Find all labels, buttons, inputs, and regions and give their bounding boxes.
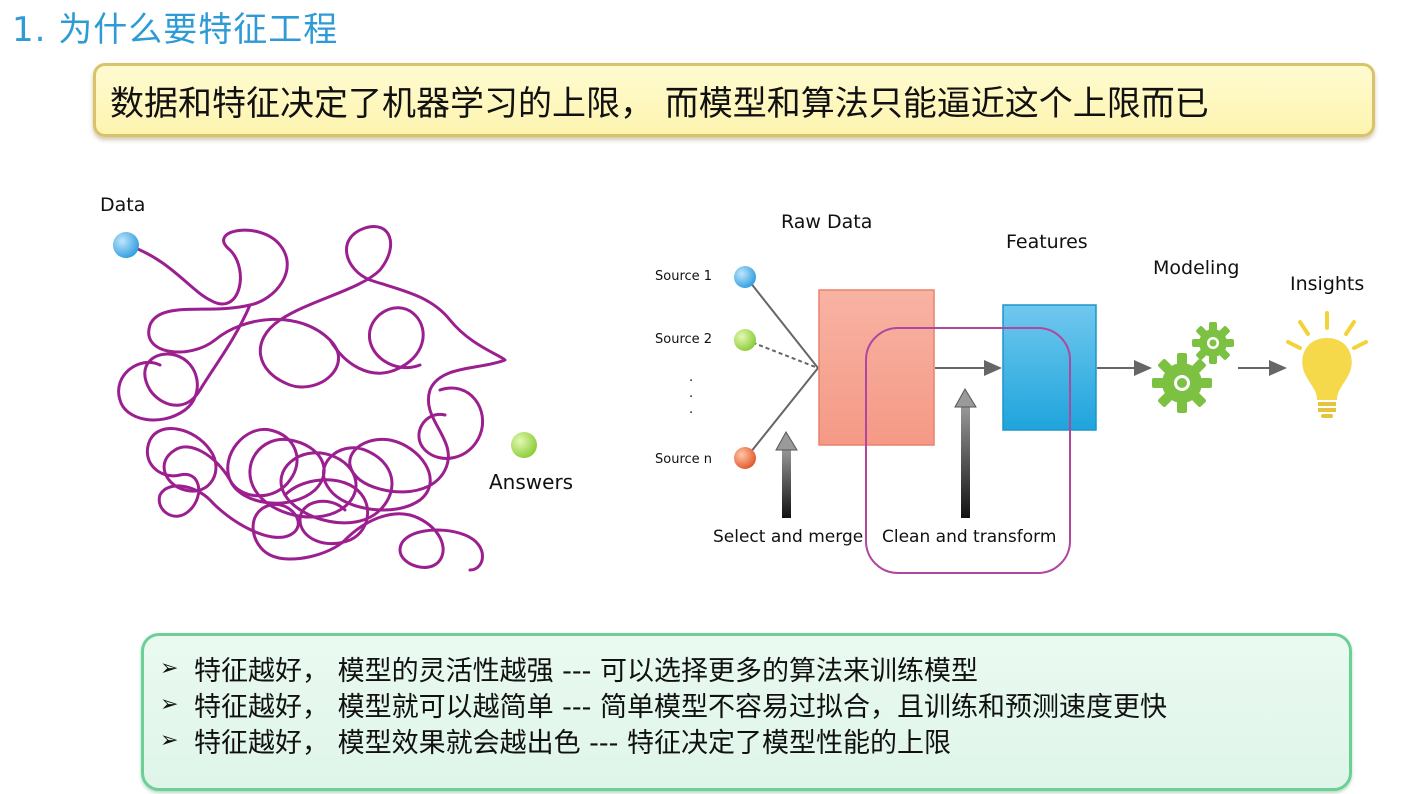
- bullet-item: ➢ 特征越好， 模型就可以越简单 --- 简单模型不容易过拟合，且训练和预测速度…: [160, 686, 1349, 723]
- source-2-label: Source 2: [655, 332, 713, 347]
- data-start-node: [113, 232, 139, 258]
- insights-label: Insights: [1290, 273, 1365, 295]
- bullet-panel: ➢ 特征越好， 模型的灵活性越强 --- 可以选择更多的算法来训练模型 ➢ 特征…: [141, 633, 1352, 791]
- diagram-svg: [113, 225, 1368, 574]
- source-2-node: [734, 329, 756, 351]
- source-1-label: Source 1: [655, 269, 713, 284]
- gear-icon: [1152, 322, 1234, 413]
- answers-label: Answers: [489, 470, 574, 494]
- data-label: Data: [100, 194, 146, 216]
- features-label: Features: [1006, 231, 1088, 253]
- raw-data-box: [818, 289, 935, 446]
- bullet-arrow-icon: ➢: [160, 727, 179, 753]
- source-n-label: Source n: [655, 452, 713, 467]
- bullet-arrow-icon: ➢: [160, 655, 179, 681]
- source-connectors: [745, 276, 819, 459]
- answers-end-node: [511, 432, 537, 458]
- source-1-node: [734, 266, 756, 288]
- bullet-text: 特征越好， 模型的灵活性越强 --- 可以选择更多的算法来训练模型: [194, 655, 978, 687]
- modeling-label: Modeling: [1153, 257, 1240, 279]
- lightbulb-icon: [1286, 311, 1368, 418]
- page-title: 1. 为什么要特征工程: [12, 10, 339, 50]
- raw-data-label: Raw Data: [781, 211, 873, 233]
- source-ellipsis: . . .: [689, 370, 694, 417]
- clean-transform-label: Clean and transform: [882, 527, 1057, 547]
- tangled-path: [117, 225, 507, 572]
- headline-text: 数据和特征决定了机器学习的上限， 而模型和算法只能逼近这个上限而已: [110, 83, 1209, 124]
- select-merge-arrow: [775, 431, 798, 518]
- bullet-text: 特征越好， 模型就可以越简单 --- 简单模型不容易过拟合，且训练和预测速度更快: [194, 691, 1167, 723]
- clean-transform-arrow: [954, 388, 977, 518]
- bullet-item: ➢ 特征越好， 模型效果就会越出色 --- 特征决定了模型性能的上限: [160, 722, 1349, 759]
- bullet-text: 特征越好， 模型效果就会越出色 --- 特征决定了模型性能的上限: [194, 727, 951, 759]
- source-n-node: [734, 447, 756, 469]
- features-box: [1002, 304, 1097, 431]
- select-merge-label: Select and merge: [713, 527, 864, 547]
- bullet-arrow-icon: ➢: [160, 691, 179, 717]
- bullet-item: ➢ 特征越好， 模型的灵活性越强 --- 可以选择更多的算法来训练模型: [160, 650, 1349, 687]
- headline-callout: 数据和特征决定了机器学习的上限， 而模型和算法只能逼近这个上限而已: [93, 63, 1375, 137]
- diagram-area: Data Answers Raw Data Features Modeling …: [0, 150, 1410, 610]
